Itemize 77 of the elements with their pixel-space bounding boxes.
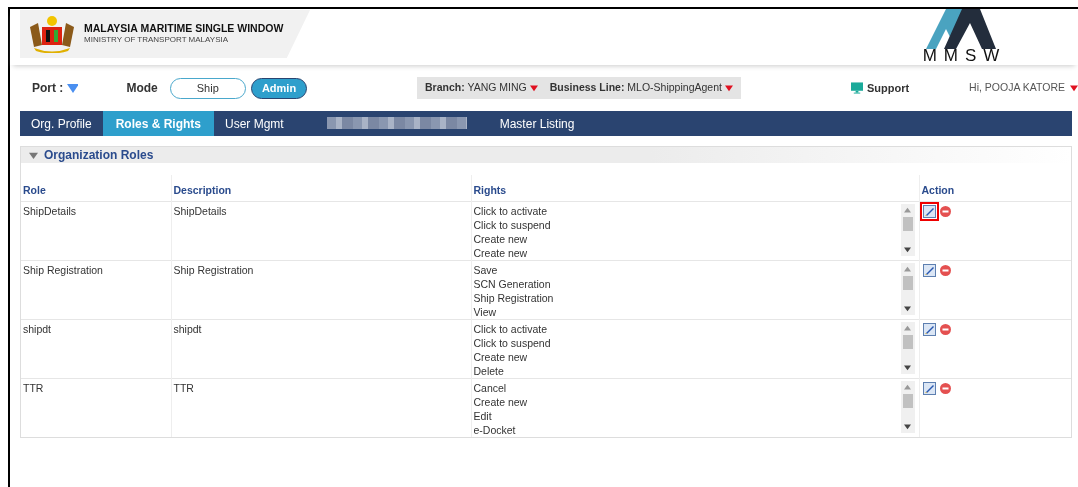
port-label: Port : [32, 80, 64, 97]
pencil-icon [922, 205, 936, 219]
role-description: ShipDetails [173, 204, 227, 217]
mode-label: Mode [126, 80, 158, 97]
rights-item: Create new [473, 349, 529, 364]
scroll-down-icon [904, 422, 911, 430]
rights-item: Edit [473, 408, 493, 423]
remove-button[interactable] [938, 205, 952, 219]
logo-text: MMSW [921, 47, 1007, 64]
edit-button[interactable] [921, 204, 937, 220]
rights-item: Delete [473, 363, 505, 378]
rights-item: Click to suspend [473, 335, 551, 350]
column-header: Rights [471, 175, 919, 202]
nav-tab[interactable]: Org. Profile [20, 111, 103, 136]
site-title: MALAYSIA MARITIME SINGLE WINDOW [84, 21, 284, 35]
rights-item: Ship Registration [473, 290, 554, 305]
role-name: shipdt [23, 322, 52, 335]
support-link[interactable]: Support [866, 79, 910, 97]
column-header: Action [919, 175, 1071, 202]
scroll-up-icon [904, 265, 911, 273]
rights-item: Click to activate [473, 321, 549, 336]
branch-selector[interactable]: Branch: YANG MING [425, 80, 538, 96]
role-description: shipdt [173, 322, 202, 335]
panel-title: Organization Roles [44, 147, 154, 164]
edit-button[interactable] [921, 263, 937, 279]
caret-icon [529, 84, 538, 93]
rights-item: e-Docket [473, 422, 517, 437]
column-header: Description [171, 175, 471, 202]
role-description: Ship Registration [173, 263, 254, 276]
scroll-up-icon [904, 206, 911, 214]
minus-circle-icon [939, 383, 951, 395]
rights-item: Create new [473, 231, 529, 246]
scroll-up-icon [904, 324, 911, 332]
caret-icon [1070, 84, 1078, 93]
minus-circle-icon [939, 324, 951, 336]
business-line-selector[interactable]: Business Line: MLO-ShippingAgent [549, 80, 733, 96]
pencil-icon [922, 382, 936, 396]
rights-item: Cancel [473, 380, 508, 395]
site-subtitle: MINISTRY OF TRANSPORT MALAYSIA [84, 34, 230, 47]
scrollbar[interactable] [900, 203, 915, 256]
edit-button[interactable] [921, 381, 937, 397]
nav-tab[interactable]: User Mgmt [214, 111, 295, 136]
scroll-down-icon [904, 245, 911, 253]
role-description: TTR [173, 381, 194, 394]
rights-item: Click to suspend [473, 217, 551, 232]
scrollbar[interactable] [900, 262, 915, 315]
crest-logo [28, 15, 76, 53]
remove-button[interactable] [938, 382, 952, 396]
edit-button[interactable] [921, 322, 937, 338]
minus-circle-icon [939, 206, 951, 218]
rights-item: Create new [473, 245, 529, 260]
rights-item: SCN Generation [473, 276, 552, 291]
scrollbar[interactable] [900, 321, 915, 374]
scroll-down-icon [904, 363, 911, 371]
column-header: Role [21, 175, 171, 202]
nav-tab[interactable]: Master Listing [488, 111, 586, 136]
dropdown-icon[interactable] [67, 83, 79, 93]
rights-item: Save [473, 262, 499, 277]
minus-circle-icon [939, 265, 951, 277]
mountain-logo-icon [926, 9, 996, 49]
scrollbar[interactable] [900, 380, 915, 433]
rights-item: Click to activate [473, 203, 549, 218]
scroll-down-icon [904, 304, 911, 312]
role-name: Ship Registration [23, 263, 103, 276]
caret-icon [724, 84, 733, 93]
user-menu[interactable]: Hi, POOJA KATORE [969, 80, 1078, 96]
pencil-icon [922, 264, 936, 278]
rights-item: Create new [473, 394, 528, 409]
remove-button[interactable] [938, 264, 952, 278]
mode-button[interactable]: Ship [169, 77, 246, 99]
monitor-icon [850, 82, 863, 94]
role-name: ShipDetails [23, 204, 77, 217]
role-name: TTR [23, 381, 44, 394]
pencil-icon [922, 323, 936, 337]
remove-button[interactable] [938, 323, 952, 337]
rights-item: View [473, 304, 498, 319]
scroll-up-icon [904, 383, 911, 391]
